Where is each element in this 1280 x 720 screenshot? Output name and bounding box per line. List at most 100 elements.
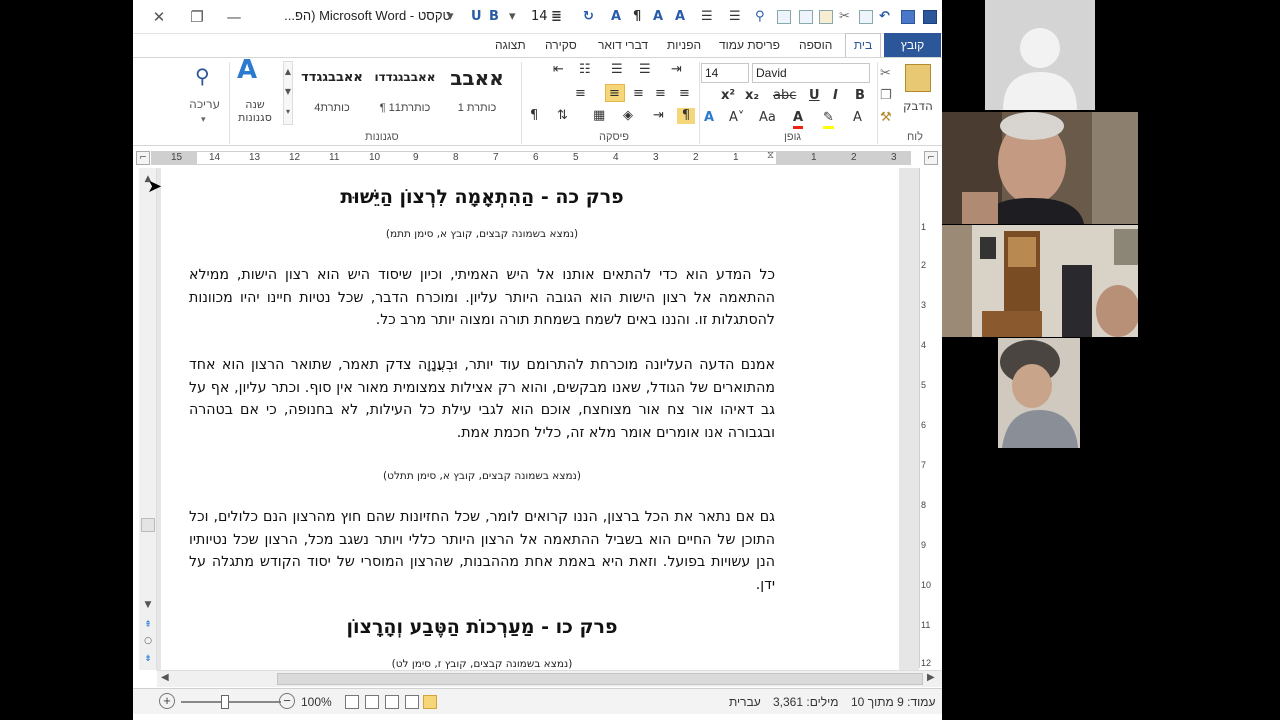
web-layout-icon[interactable] — [385, 695, 399, 709]
highlight-icon[interactable]: ✎ — [823, 110, 834, 129]
align-justify-icon[interactable]: ≡ — [575, 86, 586, 102]
font-size-select[interactable]: 14 — [701, 63, 749, 83]
grow-font-icon[interactable]: A — [653, 9, 663, 25]
new-doc-icon[interactable] — [777, 10, 791, 24]
style-heading11[interactable]: אאבבגגדדו ¶ כותרת11 — [369, 64, 441, 124]
select-browse-icon[interactable]: ○ — [140, 634, 156, 648]
align-left-icon[interactable]: ≡ — [655, 86, 666, 102]
horizontal-scrollbar[interactable]: ◀ ▶ — [157, 670, 942, 687]
underline-icon[interactable]: U — [471, 9, 482, 25]
font-name-select[interactable]: David — [752, 63, 870, 83]
underline-icon[interactable]: U — [809, 88, 820, 104]
numbering-icon[interactable]: ☰ — [611, 62, 623, 78]
format-painter-icon[interactable]: ⚒ — [880, 110, 892, 126]
shading-icon[interactable]: ◈ — [623, 108, 633, 124]
cut-icon[interactable]: ✂ — [839, 9, 850, 25]
participant-video-tile[interactable] — [942, 112, 1138, 224]
zoom-slider[interactable] — [181, 701, 281, 703]
pilcrow-icon[interactable]: ¶ — [530, 108, 538, 124]
ruler-toggle-icon[interactable]: ⌐ — [924, 151, 938, 165]
zoom-slider-thumb[interactable] — [221, 695, 229, 709]
styles-gallery-scroll[interactable]: ▲ ▼ ▾ — [283, 61, 293, 125]
scrollbar-thumb[interactable] — [141, 518, 155, 532]
font-color-icon[interactable]: A — [611, 9, 621, 25]
open-icon[interactable] — [859, 10, 873, 24]
binoculars-icon[interactable]: ⚲ — [755, 9, 765, 25]
tab-insert[interactable]: הוספה — [799, 38, 832, 52]
qat-dropdown-icon[interactable]: ▾ — [447, 9, 454, 25]
indent-marker-icon[interactable]: ⧖ — [767, 150, 774, 161]
tab-home[interactable]: בית — [845, 33, 881, 57]
align-icon[interactable]: ≣ — [551, 9, 562, 25]
outline-view-icon[interactable] — [365, 695, 379, 709]
subscript-icon[interactable]: x₂ — [745, 88, 759, 104]
sort-icon[interactable]: ⇅ — [557, 108, 568, 124]
font-color-icon[interactable]: A — [793, 110, 804, 129]
zoom-in-icon[interactable]: + — [159, 693, 175, 709]
bullets-icon[interactable]: ☰ — [729, 9, 741, 25]
change-styles-icon[interactable]: A — [237, 57, 257, 83]
word-count[interactable]: מילים: 3,361 — [773, 695, 838, 709]
bold-icon[interactable]: B — [855, 88, 865, 104]
participant-video-tile[interactable] — [998, 338, 1080, 448]
participant-avatar-tile[interactable] — [985, 0, 1095, 110]
change-case-icon[interactable]: Aa — [759, 110, 776, 126]
style-heading4[interactable]: אאבבגגדד כותרת4 — [296, 64, 368, 124]
shrink-font-icon[interactable]: A — [675, 9, 685, 25]
copy-icon[interactable] — [799, 10, 813, 24]
zoom-out-icon[interactable]: − — [279, 693, 295, 709]
zoom-level[interactable]: 100% — [301, 695, 332, 709]
tab-review[interactable]: סקירה — [545, 38, 577, 52]
tab-file[interactable]: קובץ — [884, 33, 941, 57]
horizontal-ruler[interactable]: 15 14 13 12 11 10 9 8 7 6 5 4 3 2 1 1 2 … — [151, 150, 911, 165]
ltr-icon[interactable]: ⇥ — [653, 108, 664, 124]
editing-button[interactable]: עריכה — [189, 96, 220, 112]
tab-page-layout[interactable]: פריסת עמוד — [719, 38, 780, 52]
text-effects-icon[interactable]: A — [704, 110, 714, 126]
cut-icon[interactable]: ✂ — [880, 66, 891, 82]
vertical-ruler[interactable]: 1 2 3 4 5 6 7 8 9 10 11 12 — [919, 168, 933, 668]
scroll-left-icon[interactable]: ◀ — [161, 672, 169, 683]
redo-icon[interactable]: ↻ — [583, 9, 594, 25]
document-page[interactable]: פרק כה - הַהִתְאָמָה לִרְצוֹן הַיֵּשׁוּת… — [161, 168, 899, 670]
binoculars-icon[interactable]: ⚲ — [195, 66, 210, 86]
document-area[interactable]: פרק כה - הַהִתְאָמָה לִרְצוֹן הַיֵּשׁוּת… — [157, 168, 919, 670]
restore-icon[interactable]: ❐ — [184, 6, 210, 28]
multilevel-list-icon[interactable]: ☷ — [579, 62, 591, 78]
tab-view[interactable]: תצוגה — [495, 38, 526, 52]
borders-icon[interactable]: ▦ — [593, 108, 605, 124]
clear-format-icon[interactable]: A — [853, 110, 862, 126]
paste-button[interactable]: הדבק — [903, 98, 933, 114]
next-page-icon[interactable]: ⇟ — [140, 652, 156, 666]
paste-icon[interactable] — [819, 10, 833, 24]
italic-icon[interactable]: I — [833, 88, 838, 104]
previous-page-icon[interactable]: ⇞ — [140, 618, 156, 632]
shrink-font-icon[interactable]: A˅ — [729, 110, 744, 126]
save-icon[interactable] — [901, 10, 915, 24]
undo-icon[interactable]: ↶ — [879, 9, 890, 25]
tab-selector-icon[interactable]: ⌐ — [136, 151, 150, 165]
scroll-right-icon[interactable]: ▶ — [927, 672, 935, 683]
vertical-scrollbar[interactable]: ▲ ▼ ⇞ ○ ⇟ — [139, 168, 157, 670]
superscript-icon[interactable]: x² — [721, 88, 735, 104]
reading-view-icon[interactable] — [405, 695, 419, 709]
align-center-icon[interactable]: ≡ — [633, 86, 644, 102]
bullets-icon[interactable]: ☰ — [639, 62, 651, 78]
bold-icon[interactable]: B — [489, 9, 499, 25]
rtl-paragraph-icon[interactable]: ¶ — [677, 108, 695, 124]
draft-view-icon[interactable] — [345, 695, 359, 709]
style-heading1[interactable]: אאבב כותרת 1 — [441, 64, 513, 124]
language-status[interactable]: עברית — [729, 695, 761, 709]
tab-references[interactable]: הפניות — [667, 38, 701, 52]
minimize-icon[interactable]: — — [221, 6, 247, 28]
font-size-dropdown-icon[interactable]: ▾ — [509, 9, 516, 25]
qat-font-size[interactable]: 14 — [531, 9, 548, 25]
change-styles-button[interactable]: שנה סגנונות — [233, 98, 277, 124]
line-spacing-icon[interactable]: ≡ — [679, 86, 690, 102]
pilcrow-icon[interactable]: ¶ — [633, 9, 641, 25]
participant-video-tile[interactable] — [942, 225, 1138, 337]
copy-icon[interactable]: ❐ — [880, 88, 892, 104]
rtl-direction-icon[interactable]: ⇤ — [553, 62, 564, 78]
decrease-indent-icon[interactable]: ⇥ — [671, 62, 682, 78]
scroll-down-icon[interactable]: ▼ — [140, 598, 156, 612]
